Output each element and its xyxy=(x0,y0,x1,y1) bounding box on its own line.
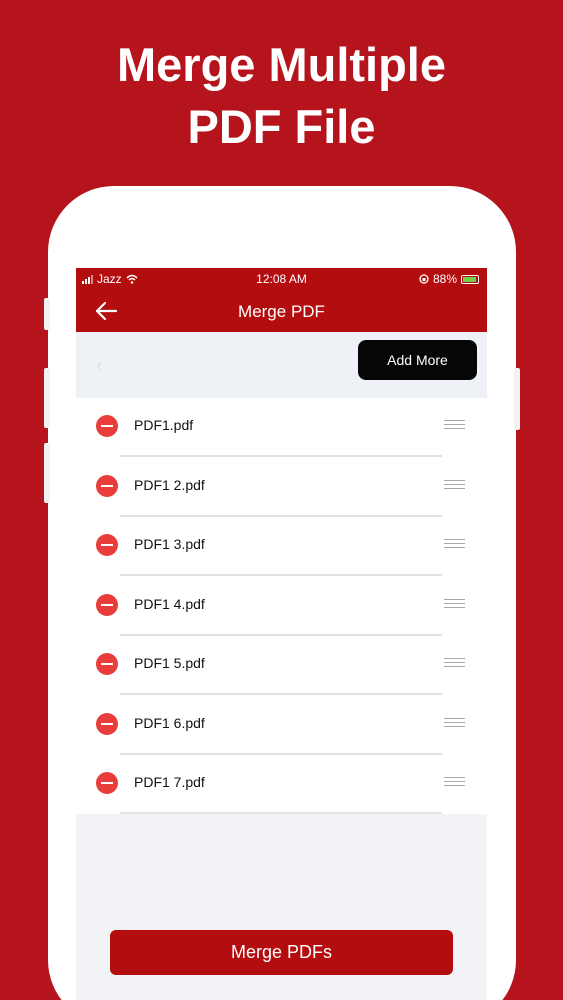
drag-handle-icon[interactable] xyxy=(444,718,465,730)
file-list: PDF1.pdf PDF1 2.pdf PDF1 3.pdf PDF1 4.pd… xyxy=(76,398,487,814)
toolbar: ‹ Add More xyxy=(76,332,487,398)
list-item[interactable]: PDF1 5.pdf xyxy=(76,636,487,696)
drag-handle-icon[interactable] xyxy=(444,599,465,611)
list-item[interactable]: PDF1 4.pdf xyxy=(76,577,487,637)
divider xyxy=(120,455,442,457)
page-title: Merge PDF xyxy=(238,302,325,321)
status-bar-right: 88% xyxy=(419,272,479,286)
remove-icon[interactable] xyxy=(96,415,118,437)
remove-icon[interactable] xyxy=(96,713,118,735)
list-item[interactable]: PDF1 6.pdf xyxy=(76,696,487,756)
file-name: PDF1 7.pdf xyxy=(134,774,205,790)
status-bar: Jazz 12:08 AM 88% xyxy=(76,268,487,290)
remove-icon[interactable] xyxy=(96,534,118,556)
phone-side-button-volume-up xyxy=(44,368,50,428)
file-name: PDF1 2.pdf xyxy=(134,477,205,493)
headline-line-2: PDF File xyxy=(187,100,376,153)
file-name: PDF1 4.pdf xyxy=(134,596,205,612)
list-item[interactable]: PDF1 7.pdf xyxy=(76,755,487,815)
remove-icon[interactable] xyxy=(96,653,118,675)
file-name: PDF1.pdf xyxy=(134,417,194,433)
remove-icon[interactable] xyxy=(96,772,118,794)
phone-side-button-silent xyxy=(44,298,50,330)
merge-pdfs-button[interactable]: Merge PDFs xyxy=(110,930,453,975)
nav-bar: Merge PDF xyxy=(76,290,487,332)
headline: Merge Multiple PDF File xyxy=(0,34,563,158)
divider xyxy=(120,693,442,695)
list-item[interactable]: PDF1 2.pdf xyxy=(76,458,487,518)
remove-icon[interactable] xyxy=(96,594,118,616)
battery-icon xyxy=(461,274,479,284)
file-name: PDF1 6.pdf xyxy=(134,715,205,731)
battery-percent: 88% xyxy=(432,272,457,286)
file-name: PDF1 3.pdf xyxy=(134,536,205,552)
file-name: PDF1 5.pdf xyxy=(134,655,205,671)
headline-line-1: Merge Multiple xyxy=(116,38,447,91)
divider xyxy=(120,812,442,814)
phone-side-button-power xyxy=(514,368,520,430)
drag-handle-icon[interactable] xyxy=(444,658,465,670)
divider xyxy=(120,574,442,576)
list-item[interactable]: PDF1 3.pdf xyxy=(76,517,487,577)
orientation-lock-icon xyxy=(419,274,429,284)
drag-handle-icon[interactable] xyxy=(444,420,465,432)
remove-icon[interactable] xyxy=(96,475,118,497)
add-more-button[interactable]: Add More xyxy=(358,340,477,380)
phone-side-button-volume-down xyxy=(44,443,50,503)
drag-handle-icon[interactable] xyxy=(444,539,465,551)
drag-handle-icon[interactable] xyxy=(444,480,465,492)
app-screen: Jazz 12:08 AM 88% Merge PDF ‹ Add More P… xyxy=(76,268,487,1000)
chevron-left-icon: ‹ xyxy=(96,352,104,377)
list-item[interactable]: PDF1.pdf xyxy=(76,398,487,458)
drag-handle-icon[interactable] xyxy=(444,777,465,789)
